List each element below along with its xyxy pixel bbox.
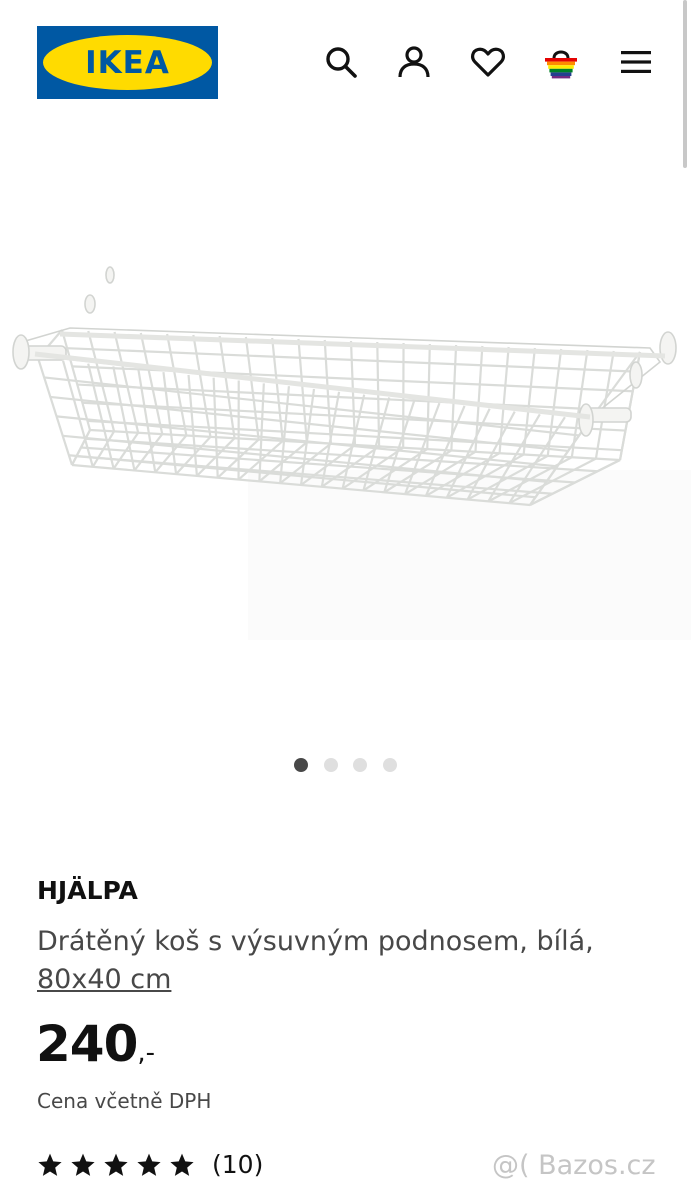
- basket-icon[interactable]: [543, 44, 579, 80]
- ikea-logo[interactable]: IKEA ®: [37, 26, 218, 99]
- search-icon[interactable]: [323, 44, 359, 80]
- header: IKEA ®: [0, 0, 691, 128]
- carousel-dot-3[interactable]: [353, 758, 367, 772]
- heart-icon[interactable]: [470, 44, 506, 80]
- review-count[interactable]: (10): [212, 1150, 263, 1179]
- product-description: Drátěný koš s výsuvným podnosem, bílá,: [37, 926, 594, 957]
- product-brand: HJÄLPA: [37, 876, 138, 905]
- star-icon: [70, 1152, 96, 1178]
- star-icon: [37, 1152, 63, 1178]
- price-integer: 240: [36, 1015, 138, 1073]
- user-icon[interactable]: [396, 44, 432, 80]
- star-icon: [103, 1152, 129, 1178]
- star-icon: [169, 1152, 195, 1178]
- price-suffix: ,-: [137, 1038, 156, 1068]
- product-size-link[interactable]: 80x40 cm: [37, 964, 171, 995]
- product-image[interactable]: [0, 230, 691, 650]
- carousel-dot-4[interactable]: [383, 758, 397, 772]
- carousel-dot-1[interactable]: [294, 758, 308, 772]
- watermark: @( Bazos.cz: [492, 1150, 656, 1181]
- logo-registered-mark: ®: [204, 44, 212, 53]
- page-scrollbar[interactable]: [683, 0, 687, 168]
- carousel-dot-2[interactable]: [324, 758, 338, 772]
- product-price: 240,-: [36, 1015, 155, 1073]
- vat-note: Cena včetně DPH: [37, 1089, 212, 1113]
- menu-icon[interactable]: [618, 44, 654, 80]
- carousel-indicator: [0, 758, 691, 774]
- star-icon: [136, 1152, 162, 1178]
- logo-text: IKEA: [85, 44, 170, 81]
